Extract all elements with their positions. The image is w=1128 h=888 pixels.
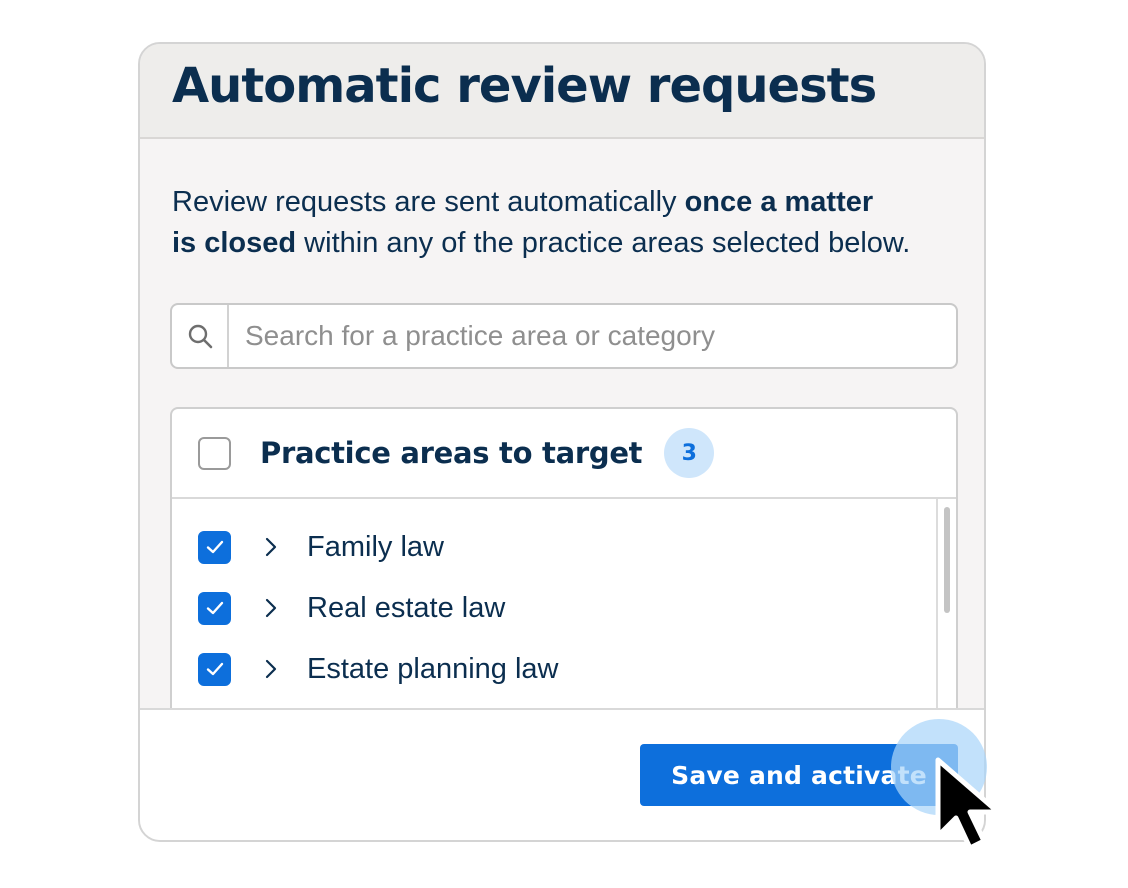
review-requests-card: Automatic review requests Review request… xyxy=(138,42,986,842)
practice-areas-panel: Practice areas to target 3 Family law Re… xyxy=(170,407,958,747)
practice-areas-header: Practice areas to target 3 xyxy=(172,409,956,499)
select-all-checkbox[interactable] xyxy=(198,436,231,470)
real-estate-law-checkbox[interactable] xyxy=(198,591,231,625)
search-input[interactable] xyxy=(229,305,956,367)
checkmark-icon xyxy=(206,540,223,554)
list-item-family-law[interactable]: Family law xyxy=(198,527,444,567)
family-law-checkbox[interactable] xyxy=(198,530,231,564)
search-icon xyxy=(188,324,212,349)
chevron-right-icon[interactable] xyxy=(264,598,278,618)
chevron-right-icon[interactable] xyxy=(264,537,278,557)
list-item-label: Real estate law xyxy=(307,591,506,624)
search-box[interactable] xyxy=(170,303,958,369)
description-part-1: Review requests are sent automatically xyxy=(172,186,685,218)
card-header: Automatic review requests xyxy=(140,44,984,139)
description-text: Review requests are sent automatically o… xyxy=(172,182,962,264)
description-part-2: within any of the practice areas selecte… xyxy=(296,227,911,259)
practice-areas-title: Practice areas to target xyxy=(260,436,643,470)
checkmark-icon xyxy=(206,662,223,676)
list-item-label: Estate planning law xyxy=(307,652,559,685)
chevron-right-icon[interactable] xyxy=(264,659,278,679)
selected-count-badge: 3 xyxy=(664,428,715,478)
page-title: Automatic review requests xyxy=(172,58,877,114)
list-item-real-estate-law[interactable]: Real estate law xyxy=(198,588,505,628)
card-footer: Save and activate xyxy=(140,708,984,840)
estate-planning-law-checkbox[interactable] xyxy=(198,652,231,686)
search-icon-container[interactable] xyxy=(172,305,229,367)
description-bold-2: is closed xyxy=(172,227,297,259)
save-and-activate-button[interactable]: Save and activate xyxy=(640,744,958,806)
list-item-label: Family law xyxy=(307,530,444,563)
scrollbar-thumb[interactable] xyxy=(944,507,950,613)
list-item-estate-planning-law[interactable]: Estate planning law xyxy=(198,649,559,689)
checkmark-icon xyxy=(206,601,223,615)
description-bold-1: once a matter xyxy=(684,186,874,218)
